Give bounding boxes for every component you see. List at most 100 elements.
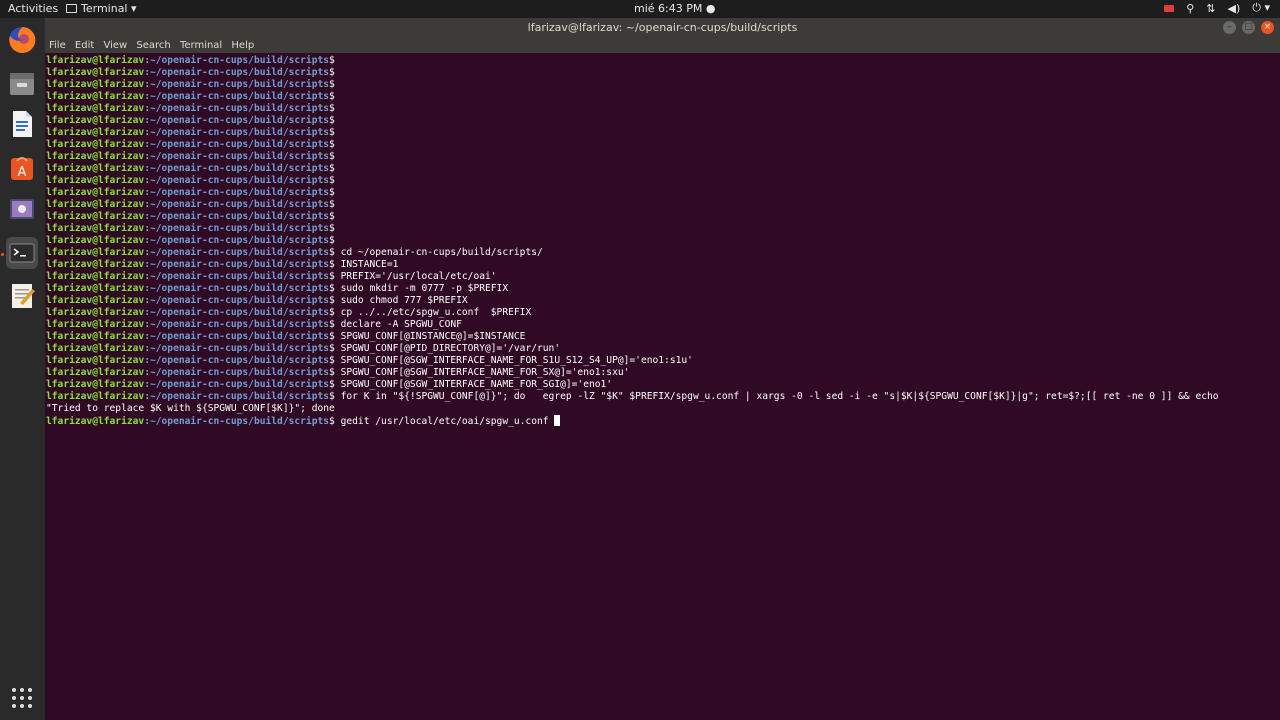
app-menu[interactable]: Terminal ▾ [66, 2, 137, 15]
prompt-user: lfarizav@lfarizav [46, 127, 145, 138]
prompt-user: lfarizav@lfarizav [46, 295, 145, 306]
top-bar: Activities Terminal ▾ mié 6:43 PM ● ⚲ ⇅ … [0, 0, 1280, 18]
prompt-symbol: $ [329, 67, 341, 78]
terminal-output: lfarizav@lfarizav:~/openair-cn-cups/buil… [45, 53, 1280, 427]
running-indicator [1, 253, 4, 256]
menu-terminal[interactable]: Terminal [180, 38, 222, 53]
terminal-line-wrapped: "Tried to replace $K with ${SPGWU_CONF[$… [46, 403, 335, 414]
prompt-user: lfarizav@lfarizav [46, 319, 145, 330]
prompt-user: lfarizav@lfarizav [46, 79, 145, 90]
prompt-user: lfarizav@lfarizav [46, 259, 145, 270]
text-cursor [554, 415, 561, 426]
prompt-symbol: $ [329, 379, 341, 390]
prompt-user: lfarizav@lfarizav [46, 199, 145, 210]
prompt-path: :~/openair-cn-cups/build/scripts [144, 343, 330, 354]
system-tray[interactable]: ⚲ ⇅ ◀) ⏻ ▾ [1164, 1, 1270, 15]
prompt-path: :~/openair-cn-cups/build/scripts [144, 247, 330, 258]
command-text: SPGWU_CONF[@SGW_INTERFACE_NAME_FOR_SX@]=… [340, 367, 630, 378]
menu-file[interactable]: File [49, 38, 66, 53]
terminal-line: lfarizav@lfarizav:~/openair-cn-cups/buil… [46, 415, 1280, 427]
power-icon[interactable]: ⏻ ▾ [1252, 1, 1270, 15]
prompt-symbol: $ [329, 223, 341, 234]
prompt-user: lfarizav@lfarizav [46, 283, 145, 294]
minimize-button[interactable]: – [1223, 21, 1236, 34]
prompt-user: lfarizav@lfarizav [46, 416, 145, 427]
prompt-symbol: $ [329, 355, 341, 366]
prompt-user: lfarizav@lfarizav [46, 355, 145, 366]
prompt-symbol: $ [329, 91, 341, 102]
command-text: sudo mkdir -m 0777 -p $PREFIX [340, 283, 509, 294]
text-editor-icon[interactable] [6, 279, 38, 311]
prompt-symbol: $ [329, 295, 341, 306]
prompt-path: :~/openair-cn-cups/build/scripts [144, 283, 330, 294]
terminal-line: lfarizav@lfarizav:~/openair-cn-cups/buil… [46, 331, 1280, 343]
prompt-path: :~/openair-cn-cups/build/scripts [144, 235, 330, 246]
menu-view[interactable]: View [103, 38, 127, 53]
volume-icon[interactable]: ◀) [1228, 2, 1241, 15]
activities-button[interactable]: Activities [8, 2, 58, 15]
show-applications-icon[interactable] [6, 682, 38, 714]
prompt-path: :~/openair-cn-cups/build/scripts [144, 187, 330, 198]
prompt-symbol: $ [329, 247, 341, 258]
close-button[interactable]: × [1261, 21, 1274, 34]
command-text: cd ~/openair-cn-cups/build/scripts/ [340, 247, 543, 258]
prompt-symbol: $ [329, 175, 341, 186]
terminal-line: lfarizav@lfarizav:~/openair-cn-cups/buil… [46, 175, 1280, 187]
command-text: gedit /usr/local/etc/oai/spgw_u.conf [340, 416, 555, 427]
firefox-icon[interactable] [6, 24, 38, 56]
window-titlebar[interactable]: lfarizav@lfarizav: ~/openair-cn-cups/bui… [45, 18, 1280, 38]
prompt-symbol: $ [329, 235, 341, 246]
prompt-symbol: $ [329, 416, 341, 427]
prompt-symbol: $ [329, 55, 341, 66]
prompt-symbol: $ [329, 319, 341, 330]
terminal-line: lfarizav@lfarizav:~/openair-cn-cups/buil… [46, 127, 1280, 139]
terminal-icon[interactable] [6, 237, 38, 269]
record-icon[interactable] [1164, 4, 1175, 12]
prompt-symbol: $ [329, 187, 341, 198]
prompt-symbol: $ [329, 103, 341, 114]
command-text: INSTANCE=1 [340, 259, 399, 270]
video-player-icon[interactable] [6, 193, 38, 225]
prompt-user: lfarizav@lfarizav [46, 367, 145, 378]
prompt-user: lfarizav@lfarizav [46, 331, 145, 342]
terminal-line: lfarizav@lfarizav:~/openair-cn-cups/buil… [46, 379, 1280, 391]
prompt-user: lfarizav@lfarizav [46, 55, 145, 66]
terminal-line: lfarizav@lfarizav:~/openair-cn-cups/buil… [46, 139, 1280, 151]
network-icon[interactable]: ⇅ [1206, 2, 1215, 15]
prompt-path: :~/openair-cn-cups/build/scripts [144, 307, 330, 318]
writer-icon[interactable] [6, 108, 38, 140]
terminal-line: lfarizav@lfarizav:~/openair-cn-cups/buil… [46, 271, 1280, 283]
prompt-user: lfarizav@lfarizav [46, 151, 145, 162]
files-icon[interactable] [6, 67, 38, 99]
menu-help[interactable]: Help [231, 38, 254, 53]
terminal-line: lfarizav@lfarizav:~/openair-cn-cups/buil… [46, 163, 1280, 175]
prompt-user: lfarizav@lfarizav [46, 247, 145, 258]
terminal-line: lfarizav@lfarizav:~/openair-cn-cups/buil… [46, 235, 1280, 247]
terminal-line: lfarizav@lfarizav:~/openair-cn-cups/buil… [46, 67, 1280, 79]
menu-search[interactable]: Search [136, 38, 170, 53]
prompt-path: :~/openair-cn-cups/build/scripts [144, 151, 330, 162]
prompt-symbol: $ [329, 79, 341, 90]
prompt-user: lfarizav@lfarizav [46, 379, 145, 390]
terminal-line: lfarizav@lfarizav:~/openair-cn-cups/buil… [46, 151, 1280, 163]
prompt-symbol: $ [329, 139, 341, 150]
prompt-user: lfarizav@lfarizav [46, 271, 145, 282]
prompt-path: :~/openair-cn-cups/build/scripts [144, 271, 330, 282]
software-center-icon[interactable]: A [6, 151, 38, 183]
command-text: SPGWU_CONF[@SGW_INTERFACE_NAME_FOR_SGI@]… [340, 379, 613, 390]
prompt-symbol: $ [329, 259, 341, 270]
terminal-line: lfarizav@lfarizav:~/openair-cn-cups/buil… [46, 211, 1280, 223]
prompt-path: :~/openair-cn-cups/build/scripts [144, 355, 330, 366]
prompt-symbol: $ [329, 307, 341, 318]
prompt-path: :~/openair-cn-cups/build/scripts [144, 379, 330, 390]
terminal-area[interactable]: lfarizav@lfarizav:~/openair-cn-cups/buil… [45, 53, 1280, 720]
menu-edit[interactable]: Edit [75, 38, 94, 53]
terminal-line: lfarizav@lfarizav:~/openair-cn-cups/buil… [46, 187, 1280, 199]
prompt-path: :~/openair-cn-cups/build/scripts [144, 115, 330, 126]
scrollbar[interactable] [1274, 53, 1280, 720]
command-text: PREFIX='/usr/local/etc/oai' [340, 271, 497, 282]
clock[interactable]: mié 6:43 PM ● [634, 2, 715, 15]
accessibility-icon[interactable]: ⚲ [1186, 2, 1194, 15]
app-menu-label: Terminal ▾ [81, 2, 137, 15]
maximize-button[interactable]: □ [1242, 21, 1255, 34]
